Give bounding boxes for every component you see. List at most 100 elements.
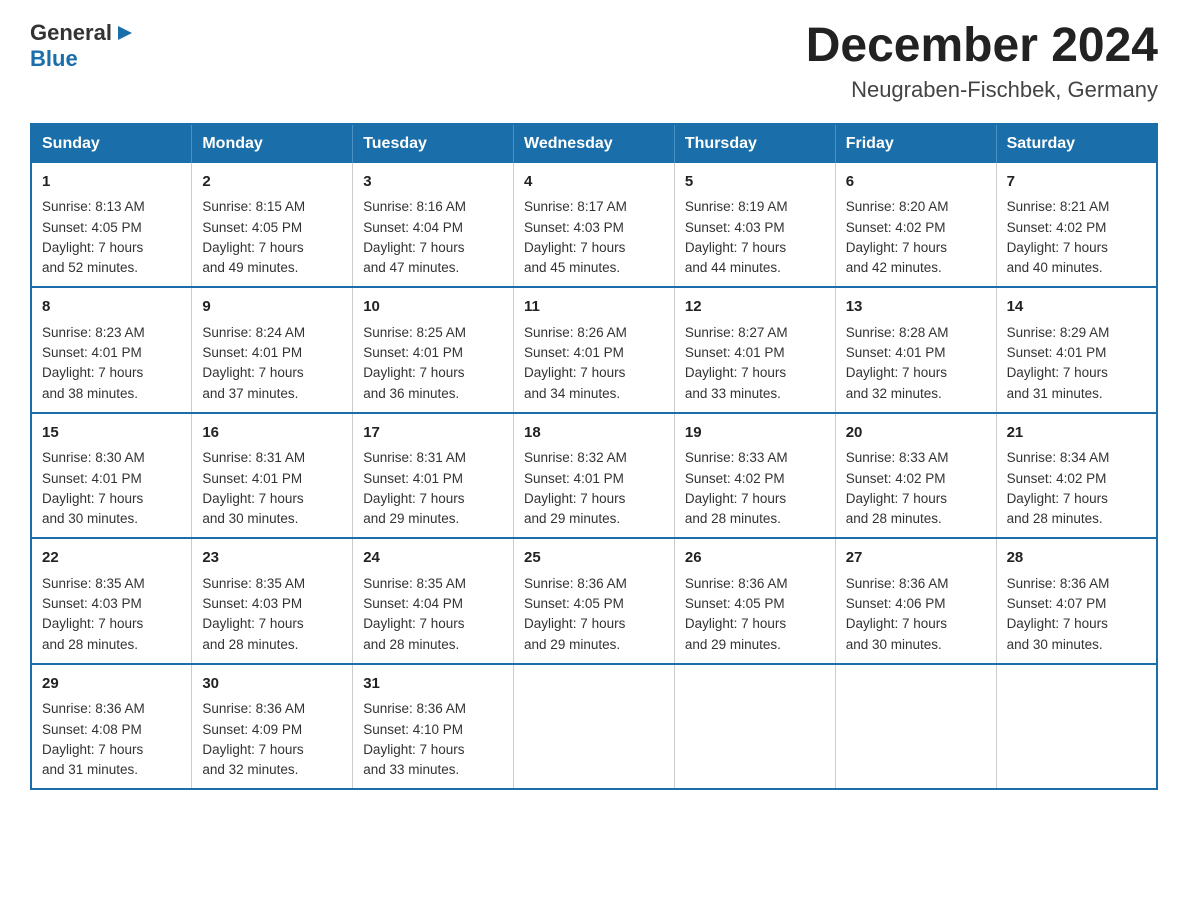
header-tuesday: Tuesday	[353, 124, 514, 163]
calendar-cell: 20 Sunrise: 8:33 AMSunset: 4:02 PMDaylig…	[835, 413, 996, 539]
day-number: 29	[42, 673, 181, 696]
calendar-cell: 6 Sunrise: 8:20 AMSunset: 4:02 PMDayligh…	[835, 163, 996, 288]
calendar-cell: 18 Sunrise: 8:32 AMSunset: 4:01 PMDaylig…	[514, 413, 675, 539]
day-info: Sunrise: 8:24 AMSunset: 4:01 PMDaylight:…	[202, 325, 305, 401]
logo-triangle-icon	[114, 22, 136, 44]
calendar-cell: 30 Sunrise: 8:36 AMSunset: 4:09 PMDaylig…	[192, 664, 353, 790]
day-info: Sunrise: 8:34 AMSunset: 4:02 PMDaylight:…	[1007, 450, 1110, 526]
calendar-cell: 10 Sunrise: 8:25 AMSunset: 4:01 PMDaylig…	[353, 287, 514, 413]
header-thursday: Thursday	[674, 124, 835, 163]
day-number: 30	[202, 673, 342, 696]
calendar-cell: 23 Sunrise: 8:35 AMSunset: 4:03 PMDaylig…	[192, 538, 353, 664]
calendar-cell: 28 Sunrise: 8:36 AMSunset: 4:07 PMDaylig…	[996, 538, 1157, 664]
day-number: 20	[846, 422, 986, 445]
day-number: 15	[42, 422, 181, 445]
calendar-cell	[514, 664, 675, 790]
calendar-cell: 22 Sunrise: 8:35 AMSunset: 4:03 PMDaylig…	[31, 538, 192, 664]
calendar-cell: 26 Sunrise: 8:36 AMSunset: 4:05 PMDaylig…	[674, 538, 835, 664]
day-info: Sunrise: 8:23 AMSunset: 4:01 PMDaylight:…	[42, 325, 145, 401]
day-info: Sunrise: 8:35 AMSunset: 4:03 PMDaylight:…	[202, 576, 305, 652]
day-info: Sunrise: 8:31 AMSunset: 4:01 PMDaylight:…	[202, 450, 305, 526]
day-number: 21	[1007, 422, 1146, 445]
day-number: 9	[202, 296, 342, 319]
calendar-cell: 17 Sunrise: 8:31 AMSunset: 4:01 PMDaylig…	[353, 413, 514, 539]
day-number: 26	[685, 547, 825, 570]
day-number: 12	[685, 296, 825, 319]
header-monday: Monday	[192, 124, 353, 163]
header-wednesday: Wednesday	[514, 124, 675, 163]
day-number: 13	[846, 296, 986, 319]
day-number: 16	[202, 422, 342, 445]
day-info: Sunrise: 8:26 AMSunset: 4:01 PMDaylight:…	[524, 325, 627, 401]
day-info: Sunrise: 8:33 AMSunset: 4:02 PMDaylight:…	[685, 450, 788, 526]
day-info: Sunrise: 8:20 AMSunset: 4:02 PMDaylight:…	[846, 199, 949, 275]
day-info: Sunrise: 8:16 AMSunset: 4:04 PMDaylight:…	[363, 199, 466, 275]
calendar-cell: 7 Sunrise: 8:21 AMSunset: 4:02 PMDayligh…	[996, 163, 1157, 288]
day-info: Sunrise: 8:36 AMSunset: 4:08 PMDaylight:…	[42, 701, 145, 777]
calendar-cell: 3 Sunrise: 8:16 AMSunset: 4:04 PMDayligh…	[353, 163, 514, 288]
day-number: 18	[524, 422, 664, 445]
calendar-cell: 2 Sunrise: 8:15 AMSunset: 4:05 PMDayligh…	[192, 163, 353, 288]
day-info: Sunrise: 8:30 AMSunset: 4:01 PMDaylight:…	[42, 450, 145, 526]
day-info: Sunrise: 8:36 AMSunset: 4:06 PMDaylight:…	[846, 576, 949, 652]
calendar-cell: 24 Sunrise: 8:35 AMSunset: 4:04 PMDaylig…	[353, 538, 514, 664]
page-header: General Blue December 2024 Neugraben-Fis…	[30, 20, 1158, 103]
day-number: 6	[846, 171, 986, 194]
day-number: 3	[363, 171, 503, 194]
day-number: 7	[1007, 171, 1146, 194]
day-info: Sunrise: 8:36 AMSunset: 4:05 PMDaylight:…	[524, 576, 627, 652]
day-info: Sunrise: 8:19 AMSunset: 4:03 PMDaylight:…	[685, 199, 788, 275]
calendar-cell: 4 Sunrise: 8:17 AMSunset: 4:03 PMDayligh…	[514, 163, 675, 288]
calendar-cell: 15 Sunrise: 8:30 AMSunset: 4:01 PMDaylig…	[31, 413, 192, 539]
calendar-week-row-5: 29 Sunrise: 8:36 AMSunset: 4:08 PMDaylig…	[31, 664, 1157, 790]
day-number: 25	[524, 547, 664, 570]
location-title: Neugraben-Fischbek, Germany	[806, 77, 1158, 103]
calendar-cell: 12 Sunrise: 8:27 AMSunset: 4:01 PMDaylig…	[674, 287, 835, 413]
day-info: Sunrise: 8:32 AMSunset: 4:01 PMDaylight:…	[524, 450, 627, 526]
calendar-cell: 11 Sunrise: 8:26 AMSunset: 4:01 PMDaylig…	[514, 287, 675, 413]
day-number: 31	[363, 673, 503, 696]
calendar-week-row-3: 15 Sunrise: 8:30 AMSunset: 4:01 PMDaylig…	[31, 413, 1157, 539]
day-number: 4	[524, 171, 664, 194]
day-info: Sunrise: 8:31 AMSunset: 4:01 PMDaylight:…	[363, 450, 466, 526]
calendar-table: Sunday Monday Tuesday Wednesday Thursday…	[30, 123, 1158, 791]
day-number: 19	[685, 422, 825, 445]
calendar-cell: 21 Sunrise: 8:34 AMSunset: 4:02 PMDaylig…	[996, 413, 1157, 539]
day-number: 14	[1007, 296, 1146, 319]
header-friday: Friday	[835, 124, 996, 163]
day-info: Sunrise: 8:35 AMSunset: 4:04 PMDaylight:…	[363, 576, 466, 652]
calendar-cell: 29 Sunrise: 8:36 AMSunset: 4:08 PMDaylig…	[31, 664, 192, 790]
day-info: Sunrise: 8:36 AMSunset: 4:05 PMDaylight:…	[685, 576, 788, 652]
calendar-cell: 13 Sunrise: 8:28 AMSunset: 4:01 PMDaylig…	[835, 287, 996, 413]
calendar-week-row-2: 8 Sunrise: 8:23 AMSunset: 4:01 PMDayligh…	[31, 287, 1157, 413]
calendar-cell: 31 Sunrise: 8:36 AMSunset: 4:10 PMDaylig…	[353, 664, 514, 790]
day-info: Sunrise: 8:27 AMSunset: 4:01 PMDaylight:…	[685, 325, 788, 401]
calendar-cell: 14 Sunrise: 8:29 AMSunset: 4:01 PMDaylig…	[996, 287, 1157, 413]
day-info: Sunrise: 8:21 AMSunset: 4:02 PMDaylight:…	[1007, 199, 1110, 275]
day-info: Sunrise: 8:15 AMSunset: 4:05 PMDaylight:…	[202, 199, 305, 275]
calendar-cell: 1 Sunrise: 8:13 AMSunset: 4:05 PMDayligh…	[31, 163, 192, 288]
day-number: 5	[685, 171, 825, 194]
day-number: 28	[1007, 547, 1146, 570]
day-number: 22	[42, 547, 181, 570]
day-info: Sunrise: 8:25 AMSunset: 4:01 PMDaylight:…	[363, 325, 466, 401]
day-number: 23	[202, 547, 342, 570]
calendar-cell: 9 Sunrise: 8:24 AMSunset: 4:01 PMDayligh…	[192, 287, 353, 413]
day-info: Sunrise: 8:36 AMSunset: 4:09 PMDaylight:…	[202, 701, 305, 777]
day-number: 1	[42, 171, 181, 194]
title-area: December 2024 Neugraben-Fischbek, German…	[806, 20, 1158, 103]
day-info: Sunrise: 8:28 AMSunset: 4:01 PMDaylight:…	[846, 325, 949, 401]
month-title: December 2024	[806, 20, 1158, 73]
calendar-cell	[835, 664, 996, 790]
day-info: Sunrise: 8:33 AMSunset: 4:02 PMDaylight:…	[846, 450, 949, 526]
weekday-header-row: Sunday Monday Tuesday Wednesday Thursday…	[31, 124, 1157, 163]
calendar-cell: 19 Sunrise: 8:33 AMSunset: 4:02 PMDaylig…	[674, 413, 835, 539]
day-number: 10	[363, 296, 503, 319]
day-number: 8	[42, 296, 181, 319]
header-saturday: Saturday	[996, 124, 1157, 163]
day-info: Sunrise: 8:13 AMSunset: 4:05 PMDaylight:…	[42, 199, 145, 275]
day-info: Sunrise: 8:36 AMSunset: 4:10 PMDaylight:…	[363, 701, 466, 777]
day-info: Sunrise: 8:36 AMSunset: 4:07 PMDaylight:…	[1007, 576, 1110, 652]
calendar-week-row-1: 1 Sunrise: 8:13 AMSunset: 4:05 PMDayligh…	[31, 163, 1157, 288]
day-info: Sunrise: 8:29 AMSunset: 4:01 PMDaylight:…	[1007, 325, 1110, 401]
